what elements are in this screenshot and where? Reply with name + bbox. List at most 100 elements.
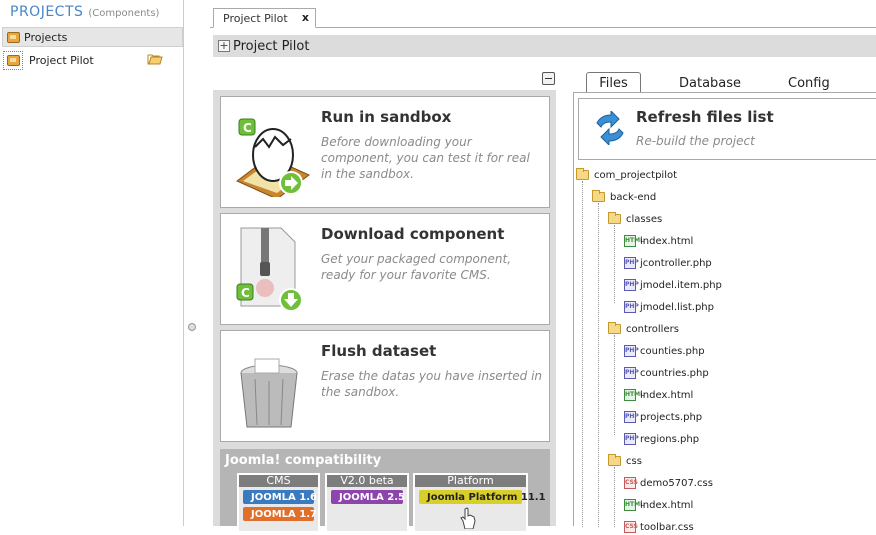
tree-label: demo5707.css: [640, 477, 713, 489]
badge-label: JOOMLA 1.7: [251, 508, 317, 520]
tree-label: jmodel.list.php: [640, 301, 714, 313]
tree-label: counties.php: [640, 345, 705, 357]
tree-label: index.html: [640, 499, 694, 511]
compat-title: Joomla! compatibility: [225, 453, 382, 468]
tree-label: com_projectpilot: [594, 169, 678, 181]
badge-label: JOOMLA 2.5: [339, 491, 405, 503]
tree-folder-root[interactable]: com_projectpilot: [576, 167, 677, 183]
tree-file[interactable]: HTML index.html: [624, 233, 693, 249]
download-component-card[interactable]: C Download component Get your packaged c…: [220, 213, 550, 325]
badge-label: JOOMLA 1.6: [251, 491, 317, 503]
php-file-icon: PHP: [624, 301, 639, 313]
splitter-handle[interactable]: [188, 323, 196, 331]
tree-label: controllers: [626, 323, 679, 335]
tree-folder-css[interactable]: css: [608, 453, 642, 469]
tree-guide: [614, 225, 615, 303]
project-item[interactable]: Project Pilot: [3, 51, 181, 70]
compat-cms-head: CMS: [239, 475, 318, 487]
tree-folder-classes[interactable]: classes: [608, 211, 662, 227]
close-icon[interactable]: x: [302, 11, 309, 24]
html-file-icon: HTML: [624, 235, 644, 247]
run-sandbox-title: Run in sandbox: [321, 108, 452, 126]
folder-icon: [576, 168, 589, 180]
tab-label: Project Pilot: [223, 11, 288, 25]
compat-v20-head: V2.0 beta: [327, 475, 407, 487]
compat-v20-beta: V2.0 beta JOOMLA 2.5: [325, 473, 409, 533]
run-sandbox-card[interactable]: C Run in sandbox Before downloading your…: [220, 96, 550, 208]
tree-label: projects.php: [640, 411, 703, 423]
projects-header[interactable]: Projects: [2, 27, 183, 47]
tree-folder-backend[interactable]: back-end: [592, 189, 656, 205]
tree-file[interactable]: PHP regions.php: [624, 431, 699, 447]
tree-label: index.html: [640, 235, 694, 247]
right-tabs: Files Database Config: [586, 72, 876, 94]
tree-file[interactable]: PHP jmodel.item.php: [624, 277, 722, 293]
tree-folder-controllers[interactable]: controllers: [608, 321, 679, 337]
css-file-icon: CSS: [624, 477, 638, 489]
tree-file[interactable]: PHP jcontroller.php: [624, 255, 712, 271]
download-component-title: Download component: [321, 225, 505, 243]
css-file-icon: CSS: [624, 521, 638, 533]
html-file-icon: HTML: [624, 389, 644, 401]
expand-icon[interactable]: +: [218, 40, 230, 52]
refresh-files-card[interactable]: Refresh files list Re-build the project: [578, 98, 876, 160]
download-component-desc: Get your packaged component, ready for y…: [321, 252, 512, 282]
actions-column: C Run in sandbox Before downloading your…: [213, 90, 556, 533]
egg-sandbox-icon: C: [233, 109, 311, 200]
php-file-icon: PHP: [624, 279, 639, 291]
tab-database[interactable]: Database: [679, 72, 741, 94]
html-file-icon: HTML: [624, 499, 644, 511]
joomla-compatibility: Joomla! compatibility CMS JOOMLA 1.6 JOO…: [220, 449, 550, 533]
tree-file[interactable]: HTML index.html: [624, 497, 693, 513]
project-item-label: Project Pilot: [29, 54, 94, 67]
tree-file[interactable]: CSS demo5707.css: [624, 475, 713, 491]
joomla-icon: [420, 494, 426, 500]
badge-joomla-17: JOOMLA 1.7: [243, 507, 317, 521]
refresh-arrows-icon: [596, 111, 624, 145]
project-selector[interactable]: [3, 51, 23, 70]
folder-icon: [608, 322, 621, 334]
page-title: Project Pilot: [233, 38, 310, 54]
tree-file[interactable]: PHP countries.php: [624, 365, 709, 381]
projects-header-label: Projects: [24, 30, 68, 44]
tree-file[interactable]: CSS toolbar.css: [624, 519, 694, 535]
tree-label: countries.php: [640, 367, 709, 379]
flush-dataset-card[interactable]: Flush dataset Erase the datas you have i…: [220, 330, 550, 442]
tree-file[interactable]: PHP jmodel.list.php: [624, 299, 714, 315]
compat-cms: CMS JOOMLA 1.6 JOOMLA 1.7: [237, 473, 320, 533]
run-sandbox-desc: Before downloading your component, you c…: [321, 135, 530, 181]
php-file-icon: PHP: [624, 257, 639, 269]
box-icon: [7, 31, 20, 43]
folder-icon: [608, 212, 621, 224]
tree-guide: [614, 335, 615, 435]
tree-label: regions.php: [640, 433, 700, 445]
refresh-desc: Re-build the project: [636, 134, 755, 148]
zip-download-icon: C: [233, 226, 311, 314]
compat-platform-head: Platform: [415, 475, 526, 487]
tab-files[interactable]: Files: [586, 72, 641, 94]
open-folder-icon[interactable]: [147, 52, 163, 66]
tree-file[interactable]: PHP counties.php: [624, 343, 705, 359]
tree-file[interactable]: PHP projects.php: [624, 409, 702, 425]
tab-project-pilot[interactable]: Project Pilot x: [213, 8, 316, 28]
tree-guide: [598, 203, 599, 527]
collapse-button[interactable]: [542, 72, 555, 85]
tree-file[interactable]: HTML index.html: [624, 387, 693, 403]
file-tree: com_projectpilot back-end classes HTML in…: [574, 163, 876, 533]
box-icon: [6, 55, 20, 66]
tree-label: back-end: [610, 191, 657, 203]
tree-label: jcontroller.php: [640, 257, 712, 269]
trash-bin-icon: [233, 343, 311, 431]
tree-label: toolbar.css: [640, 521, 694, 533]
php-file-icon: PHP: [624, 367, 639, 379]
badge-label: Joomla Platform 11.1: [427, 491, 546, 503]
tab-config[interactable]: Config: [788, 72, 830, 94]
projects-title: PROJECTS (Components): [10, 4, 159, 20]
php-file-icon: PHP: [624, 411, 639, 423]
folder-icon: [608, 454, 621, 466]
document-tabs: Project Pilot x: [210, 6, 876, 28]
compat-platform: Platform Joomla Platform 11.1: [413, 473, 546, 533]
tree-guide: [614, 467, 615, 527]
projects-subtitle: (Components): [88, 8, 160, 19]
tree-label: index.html: [640, 389, 694, 401]
